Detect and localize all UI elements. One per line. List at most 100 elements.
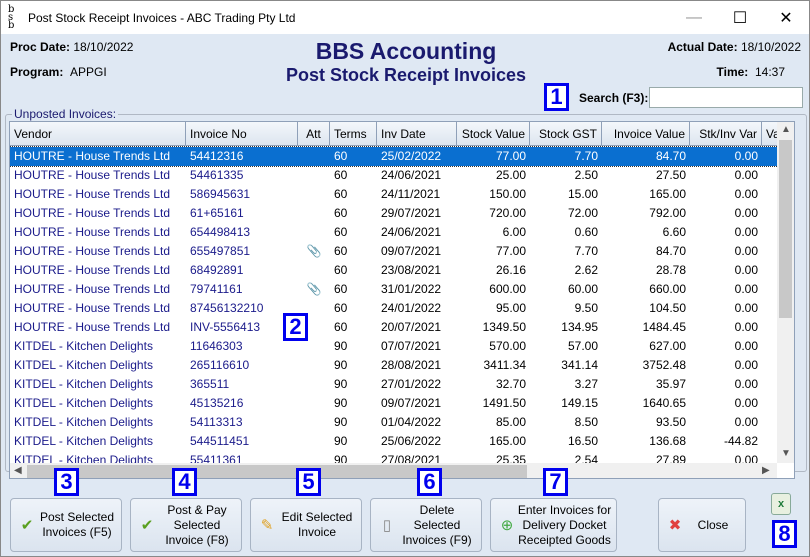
cell-invoice-value: 660.00 [649,282,686,296]
horizontal-scroll-thumb[interactable] [27,465,527,478]
cell-invoice-value: 3752.48 [642,358,686,372]
cell-terms: 60 [334,187,348,201]
table-row[interactable]: KITDEL - Kitchen Delights 54113313 90 01/04… [10,413,778,432]
horizontal-scrollbar[interactable]: ◀ ▶ [10,463,777,478]
cell-inv-date: 25/06/2022 [381,434,442,448]
column-header-vendor[interactable]: Vendor [10,122,186,146]
column-header-invoice-value[interactable]: Invoice Value [602,122,690,146]
table-row[interactable]: HOUTRE - House Trends Ltd 655497851 📎 60 09/… [10,242,778,261]
cell-terms: 60 [334,301,348,315]
post-pay-button[interactable]: ✔ Post & Pay Selected Invoice (F8) [130,498,242,552]
search-input[interactable] [649,87,803,108]
edit-icon: ✎ [260,517,274,534]
vertical-scroll-thumb[interactable] [779,140,792,318]
cell-invoice-no: 655497851 [190,244,251,258]
cell-terms: 60 [334,263,348,277]
cell-terms: 60 [334,320,348,334]
cell-invoice-no: INV-5556413 [190,320,261,334]
cell-terms: 90 [334,358,348,372]
cell-stock-value: 600.00 [489,282,526,296]
attachment-icon [298,394,330,413]
cell-stock-value: 77.00 [495,149,526,163]
cell-stock-value: 77.00 [495,244,526,258]
cell-invoice-no: 54412316 [190,149,244,163]
program-label: Program: [10,65,64,79]
column-header-att[interactable]: Att [298,122,330,146]
column-header-inv-date[interactable]: Inv Date [377,122,457,146]
table-row[interactable]: KITDEL - Kitchen Delights 365511 90 27/01/2… [10,375,778,394]
table-row[interactable]: HOUTRE - House Trends Ltd 61+65161 60 29/07… [10,204,778,223]
cell-stock-value: 85.00 [495,415,526,429]
cell-invoice-value: 1640.65 [642,396,686,410]
post-selected-button[interactable]: ✔ Post Selected Invoices (F5) [10,498,122,552]
close-window-button[interactable]: ✕ [763,1,809,34]
column-header-terms[interactable]: Terms [330,122,377,146]
cell-invoice-no: 54113313 [190,415,243,429]
table-row[interactable]: KITDEL - Kitchen Delights 265116610 90 28/0… [10,356,778,375]
annotation-badge-2: 2 [283,313,308,341]
cell-inv-date: 01/04/2022 [381,415,442,429]
scroll-down-icon[interactable]: ▼ [781,448,791,459]
edit-selected-button[interactable]: ✎ Edit Selected Invoice [250,498,362,552]
column-header-stock-gst[interactable]: Stock GST [530,122,602,146]
column-header-stock-value[interactable]: Stock Value [457,122,530,146]
close-x-icon: ✖ [668,517,682,534]
cell-invoice-value: 165.00 [649,187,686,201]
table-row[interactable]: KITDEL - Kitchen Delights 11646303 90 07/07… [10,337,778,356]
add-icon: ⊕ [500,517,514,534]
table-row[interactable]: HOUTRE - House Trends Ltd 54461335 60 24/06… [10,166,778,185]
cell-stk-inv-var: 0.00 [734,187,758,201]
maximize-button[interactable]: ☐ [717,1,763,34]
cell-invoice-value: 28.78 [655,263,686,277]
table-row[interactable]: KITDEL - Kitchen Delights 45135216 90 09/07… [10,394,778,413]
cell-vendor: HOUTRE - House Trends Ltd [14,187,171,201]
table-row[interactable]: HOUTRE - House Trends Ltd 68492891 60 23/08… [10,261,778,280]
cell-inv-date: 24/06/2021 [381,225,442,239]
table-row[interactable]: KITDEL - Kitchen Delights 544511451 90 25/0… [10,432,778,451]
table-row[interactable]: HOUTRE - House Trends Ltd 654498413 60 24/0… [10,223,778,242]
scroll-left-icon[interactable]: ◀ [14,465,22,476]
attachment-icon: 📎 [306,244,322,258]
close-button[interactable]: ✖ Close [658,498,746,552]
cell-inv-date: 28/08/2021 [381,358,442,372]
cell-inv-date: 31/01/2022 [381,282,442,296]
cell-inv-date: 29/07/2021 [381,206,442,220]
table-row[interactable]: HOUTRE - House Trends Ltd 87456132210 60 24… [10,299,778,318]
cell-invoice-value: 35.97 [655,377,686,391]
table-row[interactable]: HOUTRE - House Trends Ltd 586945631 60 24/1… [10,185,778,204]
cell-stock-value: 6.00 [502,225,526,239]
cell-stk-inv-var: 0.00 [734,415,758,429]
cell-stock-value: 32.70 [495,377,526,391]
cell-invoice-no: 265116610 [190,358,250,372]
cell-inv-date: 09/07/2021 [381,244,442,258]
column-header-invoice-no[interactable]: Invoice No [186,122,298,146]
table-row[interactable]: HOUTRE - House Trends Ltd INV-5556413 60 20… [10,318,778,337]
enter-invoices-button[interactable]: ⊕ Enter Invoices for Delivery Docket Rece… [490,498,617,552]
cell-stock-gst: 57.00 [567,339,598,353]
cell-invoice-value: 627.00 [649,339,686,353]
cell-vendor: HOUTRE - House Trends Ltd [14,282,171,296]
table-row[interactable]: HOUTRE - House Trends Ltd 79741161 📎 60 31/0… [10,280,778,299]
invoices-grid[interactable]: Vendor Invoice No Att Terms Inv Date Stock Va… [9,121,795,479]
cell-stk-inv-var: 0.00 [734,282,758,296]
vertical-scrollbar[interactable]: ▲ ▼ [777,122,794,463]
cell-stk-inv-var: 0.00 [734,358,758,372]
attachment-icon: 📎 [306,282,322,296]
scroll-up-icon[interactable]: ▲ [781,124,791,135]
excel-export-icon[interactable]: x [771,493,791,515]
cell-stock-gst: 60.00 [567,282,598,296]
column-header-stk-inv-var[interactable]: Stk/Inv Var [690,122,762,146]
attachment-icon [298,375,330,394]
trash-icon: ▯ [382,517,392,534]
cell-stock-value: 570.00 [489,339,526,353]
table-row[interactable]: HOUTRE - House Trends Ltd 54412316 60 25/02… [10,146,779,167]
cell-vendor: KITDEL - Kitchen Delights [14,396,153,410]
cell-stock-gst: 8.50 [574,415,598,429]
annotation-badge-3: 3 [54,468,79,496]
minimize-button[interactable]: — [671,1,717,34]
annotation-badge-8: 8 [772,520,797,548]
cell-vendor: KITDEL - Kitchen Delights [14,434,153,448]
delete-selected-button[interactable]: ▯ Delete Selected Invoices (F9) [370,498,482,552]
cell-terms: 60 [334,168,348,182]
scroll-right-icon[interactable]: ▶ [762,465,770,476]
